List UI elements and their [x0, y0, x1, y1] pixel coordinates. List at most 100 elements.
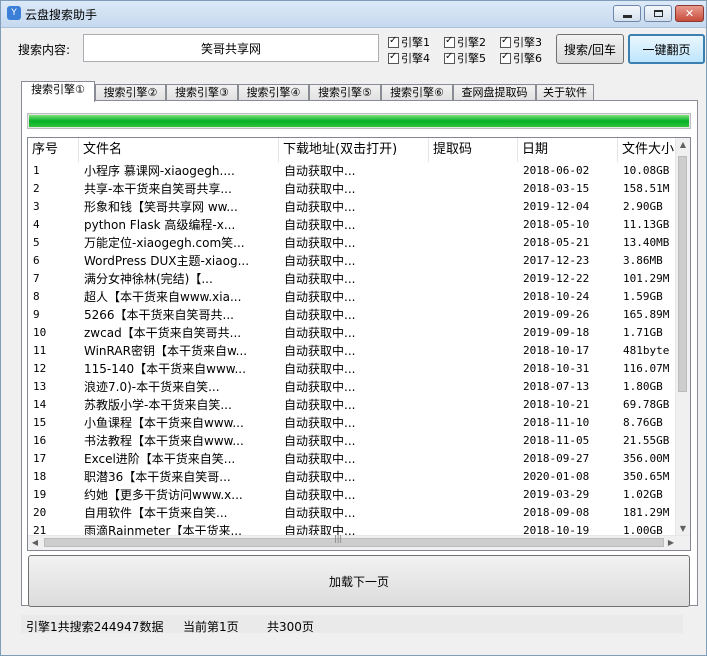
cell-download[interactable]: 自动获取中...: [279, 180, 429, 198]
engine6-checkbox[interactable]: 引擎6: [500, 50, 542, 65]
table-row[interactable]: 1 小程序 慕课网-xiaogegh.... 自动获取中... 2018-06-02 1…: [28, 162, 678, 180]
cell-code: [429, 396, 518, 414]
maximize-button[interactable]: [644, 5, 672, 22]
cell-index: 6: [33, 254, 40, 267]
cell-download[interactable]: 自动获取中...: [279, 360, 429, 378]
cell-filename: 满分女神徐林(完结)【...: [84, 272, 213, 286]
cell-date: 2018-10-21: [523, 398, 590, 411]
status-current-page: 当前第1页: [183, 620, 239, 634]
cell-download[interactable]: 自动获取中...: [279, 486, 429, 504]
header-date[interactable]: 日期: [518, 138, 618, 162]
cell-download[interactable]: 自动获取中...: [279, 342, 429, 360]
search-button[interactable]: 搜索/回车: [556, 34, 624, 64]
cell-download[interactable]: 自动获取中...: [279, 432, 429, 450]
table-row[interactable]: 16 书法教程【本干货来自www... 自动获取中... 2018-11-05 21.5…: [28, 432, 678, 450]
cell-download[interactable]: 自动获取中...: [279, 216, 429, 234]
cell-code: [429, 522, 518, 536]
table-row[interactable]: 14 苏教版小学-本干货来自笑... 自动获取中... 2018-10-21 69.78…: [28, 396, 678, 414]
table-row[interactable]: 2 共享-本干货来自笑哥共享... 自动获取中... 2018-03-15 158.51…: [28, 180, 678, 198]
tab-engine2[interactable]: 搜索引擎②: [95, 84, 166, 101]
load-next-button[interactable]: 加载下一页: [28, 555, 690, 607]
header-index[interactable]: 序号: [28, 138, 79, 162]
header-size[interactable]: 文件大小: [618, 138, 678, 162]
table-row[interactable]: 17 Excel进阶【本干货来自笑... 自动获取中... 2018-09-27 356…: [28, 450, 678, 468]
scroll-up-icon[interactable]: ▲: [676, 138, 690, 152]
table-row[interactable]: 12 115-140【本干货来自www... 自动获取中... 2018-10-31 1…: [28, 360, 678, 378]
cell-size: 69.78GB: [623, 398, 670, 411]
engine5-checkbox[interactable]: 引擎5: [444, 50, 486, 65]
table-row[interactable]: 9 5266【本干货来自笑哥共... 自动获取中... 2019-09-26 165.8…: [28, 306, 678, 324]
engine4-checkbox[interactable]: 引擎4: [388, 50, 430, 65]
app-window: Y 云盘搜索助手 ✕ 搜索内容: 引擎1 引擎2 引擎3 引擎4 引擎5 引擎6…: [0, 0, 707, 656]
engine3-checkbox[interactable]: 引擎3: [500, 34, 542, 49]
table-row[interactable]: 8 超人【本干货来自www.xia... 自动获取中... 2018-10-24 1.5…: [28, 288, 678, 306]
header-filename[interactable]: 文件名: [79, 138, 279, 162]
tab-about[interactable]: 关于软件: [536, 84, 594, 101]
results-table[interactable]: 序号 文件名 下载地址(双击打开) 提取码 日期 文件大小 1 小程序 慕课网-x…: [27, 137, 691, 551]
minimize-button[interactable]: [613, 5, 641, 22]
table-row[interactable]: 13 浪迹7.0)-本干货来自笑... 自动获取中... 2018-07-13 1.80…: [28, 378, 678, 396]
minimize-icon: [623, 15, 632, 18]
table-row[interactable]: 11 WinRAR密钥【本干货来自w... 自动获取中... 2018-10-17 48…: [28, 342, 678, 360]
table-row[interactable]: 10 zwcad【本干货来自笑哥共... 自动获取中... 2019-09-18 1.7…: [28, 324, 678, 342]
cell-download[interactable]: 自动获取中...: [279, 198, 429, 216]
vertical-scroll-thumb[interactable]: [678, 156, 687, 392]
cell-size: 1.80GB: [623, 380, 663, 393]
header-code[interactable]: 提取码: [429, 138, 518, 162]
cell-download[interactable]: 自动获取中...: [279, 324, 429, 342]
table-row[interactable]: 5 万能定位-xiaogegh.com笑... 自动获取中... 2018-05-21…: [28, 234, 678, 252]
tab-extract-code[interactable]: 查网盘提取码: [453, 84, 536, 101]
tab-engine3[interactable]: 搜索引擎③: [166, 84, 238, 101]
cell-size: 13.40MB: [623, 236, 670, 249]
cell-download[interactable]: 自动获取中...: [279, 288, 429, 306]
table-row[interactable]: 19 约她【更多干货访问www.x... 自动获取中... 2019-03-29 1.0…: [28, 486, 678, 504]
close-button[interactable]: ✕: [675, 5, 704, 22]
cell-date: 2019-09-26: [523, 308, 590, 321]
cell-download[interactable]: 自动获取中...: [279, 306, 429, 324]
table-row[interactable]: 6 WordPress DUX主题-xiaog... 自动获取中... 2017-12…: [28, 252, 678, 270]
search-input[interactable]: [83, 34, 379, 62]
title-bar[interactable]: Y 云盘搜索助手 ✕: [1, 1, 706, 28]
cell-index: 18: [33, 470, 47, 483]
table-row[interactable]: 20 自用软件【本干货来自笑... 自动获取中... 2018-09-08 181.29…: [28, 504, 678, 522]
page-all-button[interactable]: 一键翻页: [628, 34, 705, 64]
cell-download[interactable]: 自动获取中...: [279, 468, 429, 486]
table-row[interactable]: 15 小鱼课程【本干货来自www... 自动获取中... 2018-11-10 8.76…: [28, 414, 678, 432]
cell-date: 2017-12-23: [523, 254, 590, 267]
horizontal-scroll-thumb[interactable]: [44, 538, 664, 547]
scroll-right-icon[interactable]: ▶: [664, 536, 678, 550]
engine1-label: 引擎1: [401, 36, 430, 49]
scroll-down-icon[interactable]: ▼: [676, 522, 690, 536]
scroll-left-icon[interactable]: ◀: [28, 536, 42, 550]
horizontal-scrollbar[interactable]: ◀ ||| ▶: [28, 534, 690, 550]
tab-engine5[interactable]: 搜索引擎⑤: [309, 84, 381, 101]
tab-engine1[interactable]: 搜索引擎①: [21, 81, 95, 102]
table-row[interactable]: 21 雨滴Rainmeter【本干货来... 自动获取中... 2018-10-19 1…: [28, 522, 678, 536]
cell-download[interactable]: 自动获取中...: [279, 162, 429, 180]
cell-download[interactable]: 自动获取中...: [279, 252, 429, 270]
table-row[interactable]: 7 满分女神徐林(完结)【... 自动获取中... 2019-12-22 101.29M: [28, 270, 678, 288]
table-row[interactable]: 18 职潜36【本干货来自笑哥... 自动获取中... 2020-01-08 350.6…: [28, 468, 678, 486]
cell-download[interactable]: 自动获取中...: [279, 234, 429, 252]
cell-download[interactable]: 自动获取中...: [279, 450, 429, 468]
header-download[interactable]: 下载地址(双击打开): [279, 138, 429, 162]
cell-download[interactable]: 自动获取中...: [279, 504, 429, 522]
tab-engine4[interactable]: 搜索引擎④: [238, 84, 309, 101]
checkbox-checked-icon: [444, 35, 455, 48]
tab-engine6[interactable]: 搜索引擎⑥: [381, 84, 453, 101]
engine1-checkbox[interactable]: 引擎1: [388, 34, 430, 49]
cell-download[interactable]: 自动获取中...: [279, 378, 429, 396]
cell-download[interactable]: 自动获取中...: [279, 270, 429, 288]
cell-download[interactable]: 自动获取中...: [279, 414, 429, 432]
vertical-scrollbar[interactable]: ▲ ▼: [675, 138, 690, 536]
table-row[interactable]: 3 形象和钱【笑哥共享网 ww... 自动获取中... 2019-12-04 2.90G…: [28, 198, 678, 216]
cell-download[interactable]: 自动获取中...: [279, 396, 429, 414]
cell-code: [429, 180, 518, 198]
checkbox-checked-icon: [388, 35, 399, 48]
cell-index: 16: [33, 434, 47, 447]
cell-index: 9: [33, 308, 40, 321]
cell-size: 101.29M: [623, 272, 670, 285]
cell-download[interactable]: 自动获取中...: [279, 522, 429, 536]
table-row[interactable]: 4 python Flask 高级编程-x... 自动获取中... 2018-05-1…: [28, 216, 678, 234]
engine2-checkbox[interactable]: 引擎2: [444, 34, 486, 49]
